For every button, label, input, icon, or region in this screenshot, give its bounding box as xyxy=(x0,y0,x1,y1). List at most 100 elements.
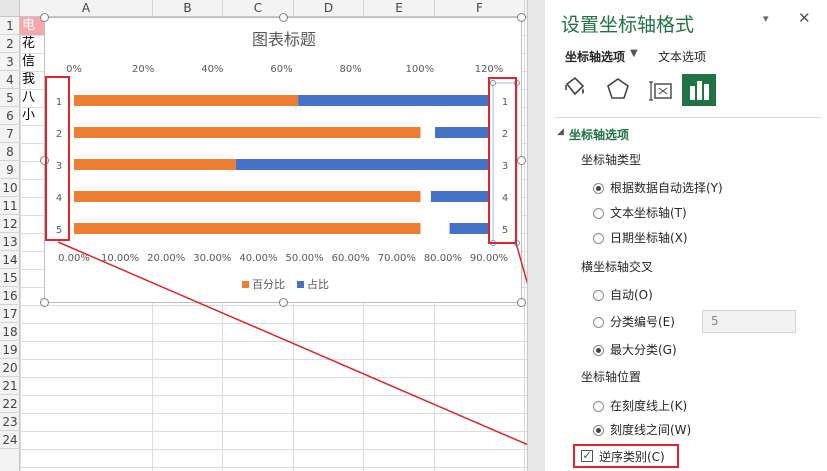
bar-占比-1 xyxy=(298,95,489,106)
chart-area[interactable]: 图表标题 0% 20% 40% 60% 80% 100% 120% 0.00% 10.00% 20.… xyxy=(40,13,526,307)
resize-handle-bottom[interactable] xyxy=(279,298,288,307)
radio-auto-select[interactable]: 根据数据自动选择(Y) xyxy=(593,179,723,197)
radio-button[interactable] xyxy=(593,400,604,412)
radio-button[interactable] xyxy=(593,424,604,436)
left-axis-label: 1 xyxy=(56,97,62,108)
row-header-18[interactable]: 18 xyxy=(0,323,20,341)
radio-cross-auto[interactable]: 自动(O) xyxy=(593,286,653,304)
row-header-16[interactable]: 16 xyxy=(0,287,20,305)
radio-between-tick-marks[interactable]: 刻度线之间(W) xyxy=(593,421,691,439)
radio-date-axis[interactable]: 日期坐标轴(X) xyxy=(593,229,688,247)
legend-label-series-2: 占比 xyxy=(307,277,329,291)
radio-button[interactable] xyxy=(593,207,604,219)
row-header-12[interactable]: 12 xyxy=(0,215,20,233)
bottom-axis-tick-label: 70.00% xyxy=(378,253,416,264)
radio-button[interactable] xyxy=(593,344,604,356)
cell-a1[interactable]: 电 xyxy=(22,17,35,35)
row-header-5[interactable]: 5 xyxy=(0,89,20,107)
reverse-categories-option[interactable]: ✓ 逆序类别(C) xyxy=(573,444,679,468)
radio-button[interactable] xyxy=(593,316,604,328)
radio-text-axis[interactable]: 文本坐标轴(T) xyxy=(593,204,687,222)
top-axis-tick-label: 20% xyxy=(132,64,154,75)
column-header-b[interactable]: B xyxy=(153,0,223,17)
caret-down-icon[interactable]: ▼ xyxy=(630,48,638,59)
bar-占比-3 xyxy=(235,159,489,170)
row-header-22[interactable]: 22 xyxy=(0,395,20,413)
row-header-17[interactable]: 17 xyxy=(0,305,20,323)
axis-options-bar-chart-icon[interactable] xyxy=(682,74,716,106)
cell-a5[interactable]: 八 xyxy=(22,89,35,107)
tab-axis-options[interactable]: 坐标轴选项 xyxy=(565,48,625,65)
close-icon[interactable]: ✕ xyxy=(798,9,811,27)
row-header-9[interactable]: 9 xyxy=(0,161,20,179)
resize-handle-top[interactable] xyxy=(279,13,288,22)
row-header-11[interactable]: 11 xyxy=(0,197,20,215)
radio-cross-category-number[interactable]: 分类编号(E) xyxy=(593,313,675,331)
row-header-6[interactable]: 6 xyxy=(0,107,20,125)
row-header-15[interactable]: 15 xyxy=(0,269,20,287)
resize-handle-left[interactable] xyxy=(40,156,49,165)
category-number-input[interactable]: 5 xyxy=(702,310,796,333)
axis-selection-handle xyxy=(514,240,520,246)
cell-a4[interactable]: 我 xyxy=(22,71,35,89)
axis-selection-handle xyxy=(490,80,496,86)
legend-swatch-series-1 xyxy=(242,281,249,288)
right-axis-label: 5 xyxy=(502,225,508,236)
column-header-f[interactable]: F xyxy=(435,0,525,17)
size-properties-icon[interactable] xyxy=(645,74,679,106)
top-axis-tick-label: 40% xyxy=(201,64,223,75)
bar-百分比-1 xyxy=(74,95,299,106)
radio-on-tick-marks[interactable]: 在刻度线上(K) xyxy=(593,397,687,415)
row-header-8[interactable]: 8 xyxy=(0,143,20,161)
resize-handle-right[interactable] xyxy=(517,156,526,165)
fill-line-icon[interactable] xyxy=(557,74,591,106)
radio-button[interactable] xyxy=(593,232,604,244)
row-header-23[interactable]: 23 xyxy=(0,413,20,431)
pane-splitter[interactable] xyxy=(527,0,545,471)
row-header-1[interactable]: 1 xyxy=(0,17,20,35)
bottom-axis-tick-label: 30.00% xyxy=(193,253,231,264)
bottom-axis-tick-label: 10.00% xyxy=(101,253,139,264)
cell-a6[interactable]: 小 xyxy=(22,107,35,125)
right-axis-label: 1 xyxy=(502,97,508,108)
row-header-10[interactable]: 10 xyxy=(0,179,20,197)
row-header-4[interactable]: 4 xyxy=(0,71,20,89)
column-header-e[interactable]: E xyxy=(364,0,435,17)
row-header-13[interactable]: 13 xyxy=(0,233,20,251)
radio-cross-max-category[interactable]: 最大分类(G) xyxy=(593,341,677,359)
reverse-categories-label: 逆序类别(C) xyxy=(599,449,665,464)
row-header-20[interactable]: 20 xyxy=(0,359,20,377)
tab-text-options[interactable]: 文本选项 xyxy=(658,48,706,65)
resize-handle-bottom-right[interactable] xyxy=(517,298,526,307)
cell-a2[interactable]: 花 xyxy=(22,35,35,53)
section-axis-options[interactable]: 坐标轴选项 xyxy=(569,126,629,143)
row-header-14[interactable]: 14 xyxy=(0,251,20,269)
row-header-2[interactable]: 2 xyxy=(0,35,20,53)
left-axis-label: 2 xyxy=(56,129,62,140)
row-header-21[interactable]: 21 xyxy=(0,377,20,395)
effects-pentagon-icon[interactable] xyxy=(601,74,635,106)
collapse-caret-icon[interactable]: ◢ xyxy=(557,127,564,137)
row-headers: 1 2 3 4 5 6 7 8 9 10 11 12 13 14 15 16 17 18 19 20 21 22 23 24 xyxy=(0,17,20,471)
bottom-axis-tick-label: 60.00% xyxy=(332,253,370,264)
axis-selection-handle xyxy=(490,240,496,246)
bar-百分比-4 xyxy=(74,191,421,202)
bar-百分比-2 xyxy=(74,127,421,138)
radio-button[interactable] xyxy=(593,182,604,194)
select-all-corner[interactable] xyxy=(0,0,20,17)
column-header-d[interactable]: D xyxy=(294,0,364,17)
resize-handle-top-left[interactable] xyxy=(40,13,49,22)
legend-label-series-1: 百分比 xyxy=(252,278,285,291)
bar-chart[interactable]: 图表标题 0% 20% 40% 60% 80% 100% 120% 0.00% 10.00% 20.… xyxy=(45,18,523,304)
divider xyxy=(555,117,821,118)
row-header-3[interactable]: 3 xyxy=(0,53,20,71)
resize-handle-top-right[interactable] xyxy=(517,13,526,22)
radio-button[interactable] xyxy=(593,289,604,301)
resize-handle-bottom-left[interactable] xyxy=(40,298,49,307)
row-header-19[interactable]: 19 xyxy=(0,341,20,359)
row-header-24[interactable]: 24 xyxy=(0,431,20,449)
cell-a3[interactable]: 信 xyxy=(22,53,35,71)
row-header-7[interactable]: 7 xyxy=(0,125,20,143)
reverse-categories-checkbox[interactable]: ✓ xyxy=(581,450,593,462)
chevron-down-icon[interactable]: ▾ xyxy=(763,12,769,25)
